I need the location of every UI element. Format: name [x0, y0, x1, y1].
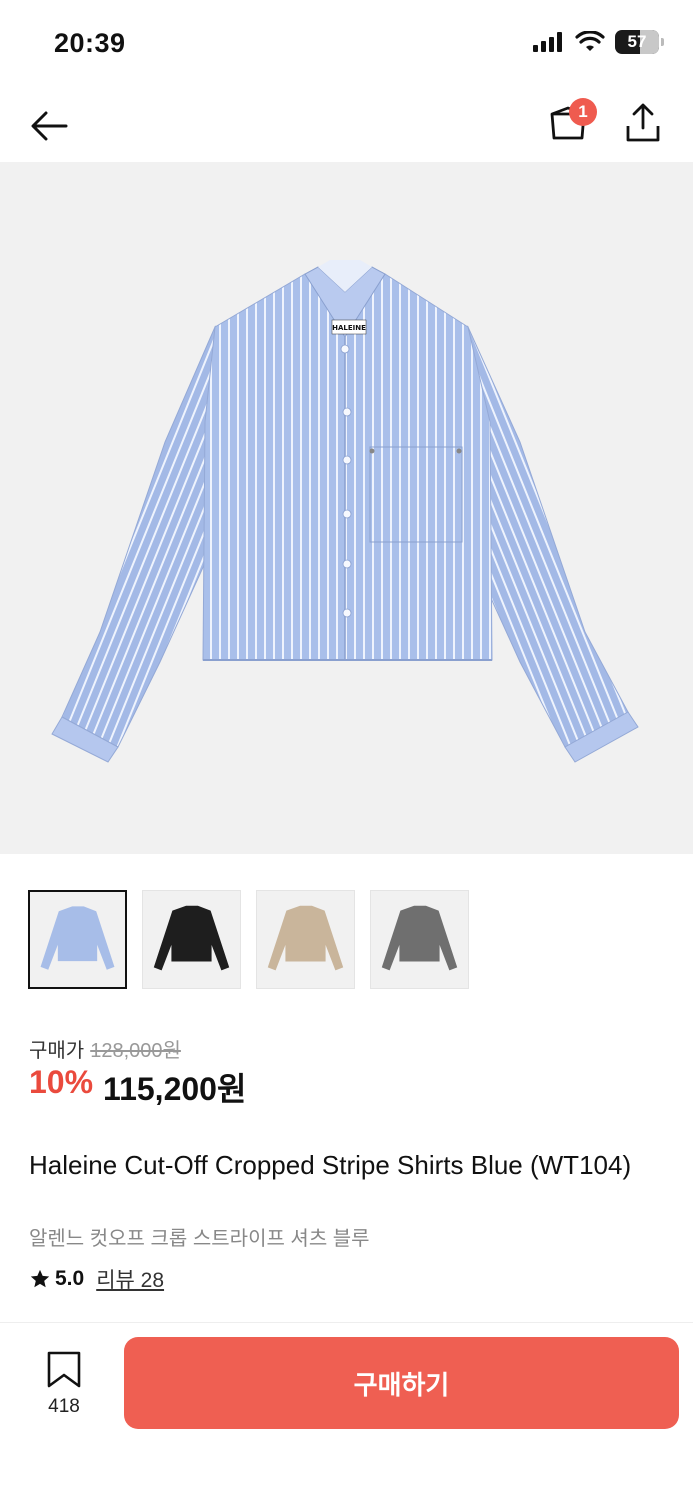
- thumbnail-strip: [28, 890, 469, 989]
- thumbnail-beige[interactable]: [256, 890, 355, 989]
- price-row: 10% 115,200원: [29, 1064, 246, 1110]
- thumb-shape: [153, 905, 230, 971]
- bookmark-count: 418: [48, 1396, 80, 1417]
- sale-price: 115,200원: [103, 1071, 247, 1107]
- rating-row: 5.0 리뷰 28: [29, 1264, 164, 1294]
- thumb-shape: [267, 905, 344, 971]
- shirt-thumbnail-icon: [267, 905, 344, 971]
- product-name: Haleine Cut-Off Cropped Stripe Shirts Bl…: [29, 1150, 632, 1180]
- thumb-shape: [381, 905, 458, 971]
- thumb-shape: [40, 906, 115, 970]
- wifi-icon: [575, 31, 605, 51]
- thumbnail-gray[interactable]: [370, 890, 469, 989]
- brand-label: HALEINE: [332, 324, 366, 332]
- price-label-row: 구매가 128,000원: [29, 1034, 181, 1063]
- review-link[interactable]: 리뷰 28: [96, 1264, 164, 1294]
- shirt-thumbnail-icon: [40, 906, 115, 970]
- thumbnail-black[interactable]: [142, 890, 241, 989]
- share-icon: [626, 103, 660, 142]
- arrow-left-icon: [31, 111, 68, 141]
- battery-level: 57: [627, 32, 647, 51]
- bottom-action-bar: 418 구매하기: [0, 1322, 693, 1500]
- shirt-image: HALEINE: [51, 260, 639, 763]
- signal-icon: [533, 32, 562, 52]
- rating-value: 5.0: [55, 1267, 85, 1290]
- bookmark-icon: [47, 1351, 81, 1388]
- back-button[interactable]: [26, 102, 74, 150]
- shirt-thumbnail-icon: [153, 905, 230, 971]
- share-button[interactable]: [620, 100, 666, 146]
- original-price: 128,000원: [90, 1040, 181, 1062]
- buy-button[interactable]: 구매하기: [124, 1337, 679, 1429]
- shirt-thumbnail-icon: [381, 905, 458, 971]
- price-label: 구매가: [29, 1040, 85, 1062]
- bookmark-button[interactable]: 418: [38, 1351, 90, 1418]
- status-time: 20:39: [54, 28, 126, 58]
- product-image[interactable]: HALEINE: [0, 162, 693, 854]
- status-icons: 57: [533, 30, 664, 54]
- star-icon: [30, 1269, 50, 1288]
- product-name-korean: 알렌느 컷오프 크롭 스트라이프 셔츠 블루: [29, 1228, 370, 1250]
- battery-icon: 57: [615, 30, 664, 54]
- cart-count-badge: 1: [569, 98, 597, 126]
- status-bar: 20:39 57: [0, 0, 693, 88]
- discount-rate: 10%: [29, 1064, 94, 1100]
- thumbnail-blue[interactable]: [28, 890, 127, 989]
